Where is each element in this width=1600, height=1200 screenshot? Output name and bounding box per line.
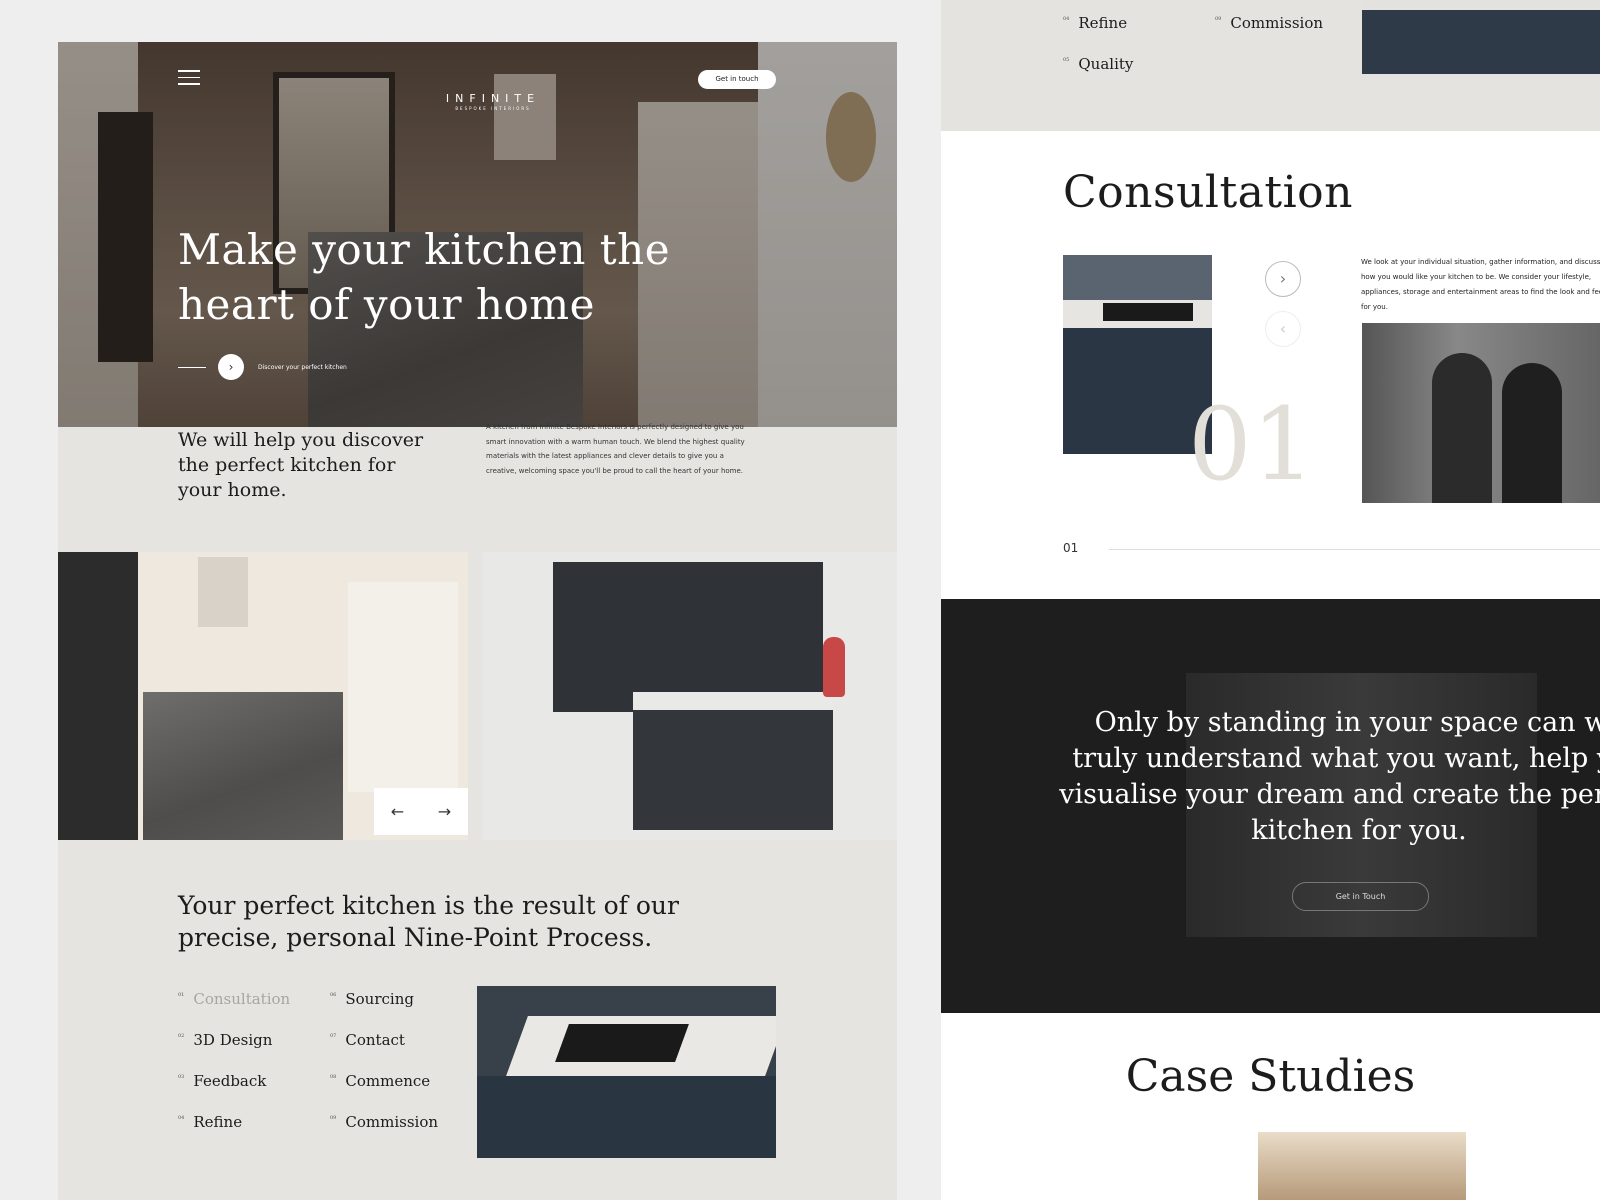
process-item[interactable]: 02 3D Design	[178, 1031, 290, 1072]
gallery-tall-units	[553, 562, 823, 712]
logo-tagline: BESPOKE INTERIORS	[455, 106, 531, 111]
get-in-touch-button[interactable]: Get in Touch	[1292, 882, 1429, 911]
process-item[interactable]: 07 Contact	[330, 1031, 438, 1072]
discover-label: Discover your perfect kitchen	[258, 363, 347, 371]
process-item[interactable]: 05 Quality	[1063, 55, 1133, 96]
process-item[interactable]: 09 Commission	[330, 1113, 438, 1154]
progress-line	[1109, 549, 1600, 550]
process-label: Sourcing	[345, 990, 414, 1008]
case-studies-section: Case Studies	[941, 1013, 1600, 1200]
process-item[interactable]: 01 Consultation	[178, 990, 290, 1031]
process-label: Refine	[193, 1113, 243, 1131]
process-label: Refine	[1078, 14, 1128, 32]
process-label: Commission	[345, 1113, 439, 1131]
case-study-image[interactable]	[1258, 1132, 1466, 1200]
process-item[interactable]: 08 Commence	[330, 1072, 438, 1113]
process-num: 02	[178, 1033, 185, 1039]
process-label: Commission	[1230, 14, 1324, 32]
arrow-left-icon[interactable]: ←	[374, 788, 421, 835]
process-heading: Your perfect kitchen is the result of ou…	[178, 891, 679, 952]
chevron-right-icon[interactable]: ›	[1265, 261, 1301, 297]
process-num: 07	[330, 1033, 337, 1039]
process-label: 3D Design	[193, 1031, 273, 1049]
process-label: Feedback	[193, 1072, 267, 1090]
hero-title: Make your kitchen the heart of your home	[178, 225, 671, 329]
hob	[555, 1024, 689, 1062]
person-two	[1502, 363, 1562, 503]
gallery-island-dark	[633, 710, 833, 830]
person-one	[1432, 353, 1492, 503]
process-list-col1: 01 Consultation 02 3D Design 03 Feedback 04…	[178, 990, 290, 1154]
hob	[1103, 303, 1193, 321]
process-num: 08	[330, 1074, 337, 1080]
process-label: Consultation	[193, 990, 291, 1008]
chevron-left-icon[interactable]: ‹	[1265, 311, 1301, 347]
quote-text: Only by standing in your space can we tr…	[1059, 707, 1600, 846]
hero-section: INFINITE BESPOKE INTERIORS Get in touch …	[58, 42, 897, 427]
get-in-touch-button[interactable]: Get in touch	[698, 70, 776, 89]
step-indicator: 01	[1063, 541, 1079, 555]
logo-wordmark: INFINITE	[445, 92, 541, 105]
process-num: 04	[178, 1115, 185, 1121]
process-item[interactable]: 09 Commission	[1215, 14, 1323, 55]
process-image	[477, 986, 776, 1158]
arrow-right-icon[interactable]: →	[421, 788, 468, 835]
gallery-island	[143, 692, 343, 840]
brand-logo[interactable]: INFINITE BESPOKE INTERIORS	[418, 92, 568, 111]
chevron-right-icon[interactable]: ›	[218, 354, 244, 380]
process-item[interactable]: 04 Refine	[1063, 14, 1127, 55]
discover-link[interactable]: › Discover your perfect kitchen	[178, 354, 347, 380]
consultation-body: We look at your individual situation, ga…	[1361, 258, 1600, 311]
quote-section: Only by standing in your space can we tr…	[941, 599, 1600, 1013]
gallery-image-right	[483, 552, 897, 840]
process-label: Commence	[345, 1072, 431, 1090]
consultation-section: Consultation 01 › ‹ We look at your indi…	[941, 131, 1600, 599]
process-num: 03	[178, 1074, 185, 1080]
intro-heading: We will help you discover the perfect ki…	[178, 429, 424, 501]
process-label: Quality	[1078, 55, 1134, 73]
section-title: Consultation	[1063, 167, 1353, 218]
gallery-artwork	[198, 557, 248, 627]
section-title: Case Studies	[1125, 1051, 1416, 1102]
process-item[interactable]: 06 Sourcing	[330, 990, 438, 1031]
process-num: 09	[330, 1115, 337, 1121]
process-num: 01	[178, 992, 185, 998]
process-image-cropped	[1362, 0, 1600, 74]
window-area	[1063, 255, 1212, 300]
process-label: Contact	[345, 1031, 405, 1049]
process-item[interactable]: 04 Refine	[178, 1113, 290, 1154]
process-list-continued: 04 Refine 09 Commission 05 Quality	[941, 0, 1600, 131]
menu-icon[interactable]	[178, 70, 200, 86]
gallery-range-cooker	[348, 582, 458, 792]
gallery-image-left: ← →	[58, 552, 468, 840]
process-num: 04	[1063, 16, 1070, 22]
process-item[interactable]: 03 Feedback	[178, 1072, 290, 1113]
worktop-edge	[1362, 0, 1600, 10]
consultation-image-people	[1362, 323, 1600, 503]
process-num: 05	[1063, 57, 1070, 63]
intro-body: A kitchen from Infinite Bespoke Interior…	[486, 423, 745, 475]
gallery-worktop	[633, 692, 833, 710]
step-number-large: 01	[1188, 386, 1316, 503]
gallery-flowers	[823, 637, 845, 697]
process-list-col2: 06 Sourcing 07 Contact 08 Commence 09 Commis…	[330, 990, 438, 1154]
process-num: 09	[1215, 16, 1222, 22]
process-num: 06	[330, 992, 337, 998]
gallery-controls: ← →	[374, 788, 468, 835]
cabinet-doors	[477, 1076, 776, 1158]
homepage-left: INFINITE BESPOKE INTERIORS Get in touch …	[58, 42, 897, 1200]
gallery-door	[58, 552, 138, 840]
divider-line	[178, 366, 206, 368]
